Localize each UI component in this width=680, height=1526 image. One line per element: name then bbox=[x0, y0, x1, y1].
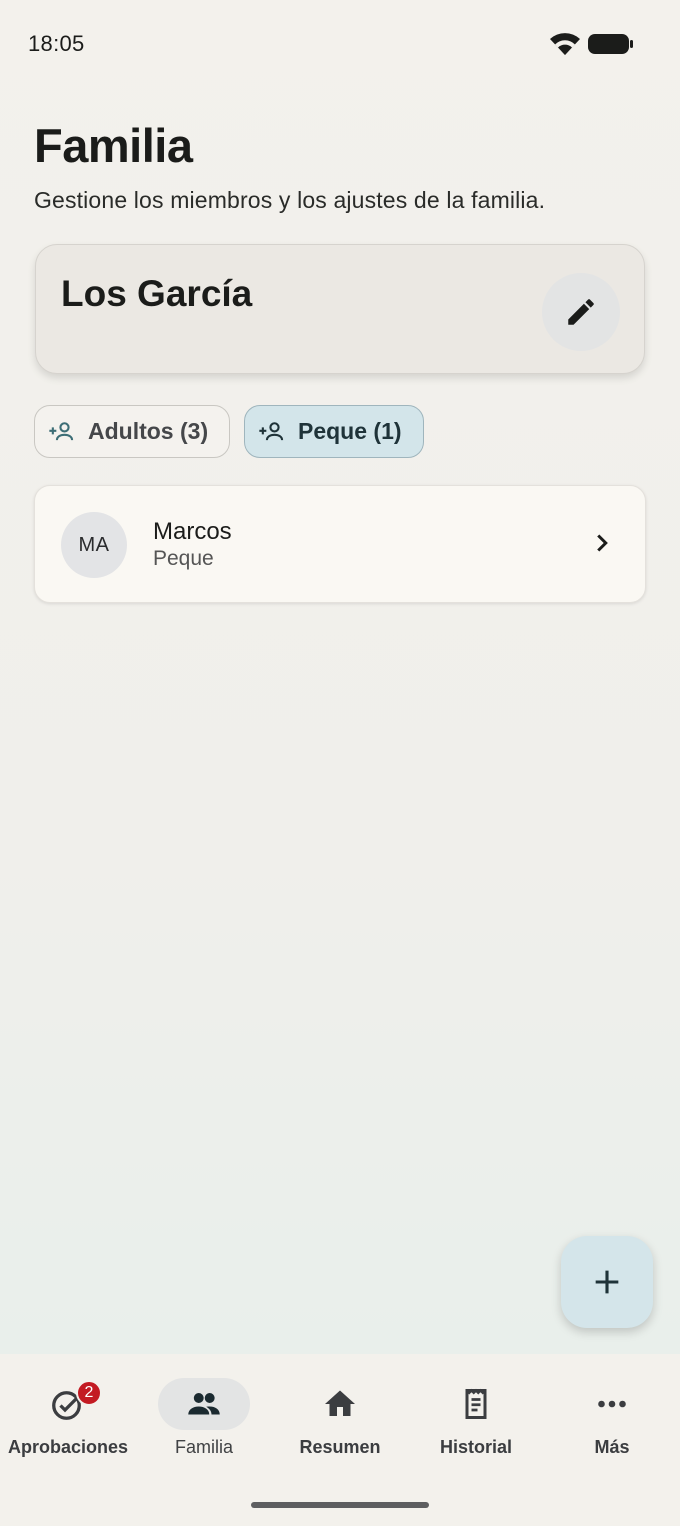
nav-item-mas[interactable]: Más bbox=[544, 1354, 680, 1474]
filter-chip-label: Adultos (3) bbox=[88, 418, 209, 444]
wifi-icon bbox=[550, 33, 580, 55]
nav-label: Más bbox=[594, 1437, 630, 1457]
nav-label: Familia bbox=[174, 1437, 233, 1457]
status-bar: 18:05 bbox=[0, 0, 680, 88]
person-add-icon bbox=[259, 421, 284, 440]
bottom-nav: 2 Aprobaciones Familia Resumen Historial… bbox=[0, 1354, 680, 1526]
member-row-marcos[interactable]: MA Marcos Peque bbox=[34, 485, 646, 603]
receipt-icon bbox=[465, 1388, 487, 1419]
edit-family-button[interactable] bbox=[542, 273, 620, 351]
page-title: Familia bbox=[34, 119, 193, 172]
people-icon bbox=[188, 1393, 220, 1415]
family-name: Los García bbox=[61, 273, 253, 314]
nav-item-historial[interactable]: Historial bbox=[408, 1354, 544, 1474]
nav-label: Resumen bbox=[299, 1437, 381, 1457]
more-horizontal-icon bbox=[598, 1400, 626, 1408]
status-time: 18:05 bbox=[28, 31, 85, 56]
nav-item-aprobaciones[interactable]: 2 Aprobaciones bbox=[0, 1354, 136, 1474]
avatar: MA bbox=[61, 512, 127, 578]
nav-label: Aprobaciones bbox=[7, 1437, 129, 1457]
filter-chip-adults[interactable]: Adultos (3) bbox=[34, 405, 230, 458]
chevron-right-icon bbox=[597, 534, 608, 552]
filter-chip-label: Peque (1) bbox=[298, 418, 402, 444]
pencil-icon bbox=[568, 299, 594, 325]
nav-item-resumen[interactable]: Resumen bbox=[272, 1354, 408, 1474]
home-icon bbox=[325, 1390, 355, 1416]
nav-label: Historial bbox=[439, 1437, 513, 1457]
notification-badge: 2 bbox=[76, 1380, 102, 1406]
nav-item-familia[interactable]: Familia bbox=[136, 1354, 272, 1474]
plus-icon bbox=[595, 1270, 619, 1294]
add-member-button[interactable] bbox=[561, 1236, 653, 1328]
family-card: Los García bbox=[35, 244, 645, 374]
home-indicator bbox=[251, 1502, 429, 1508]
member-name: Marcos bbox=[153, 518, 232, 545]
page-subtitle: Gestione los miembros y los ajustes de l… bbox=[34, 187, 546, 213]
member-role: Peque bbox=[153, 547, 214, 570]
person-add-icon bbox=[49, 421, 74, 440]
battery-icon bbox=[588, 34, 633, 54]
filter-chip-kids[interactable]: Peque (1) bbox=[244, 405, 424, 458]
